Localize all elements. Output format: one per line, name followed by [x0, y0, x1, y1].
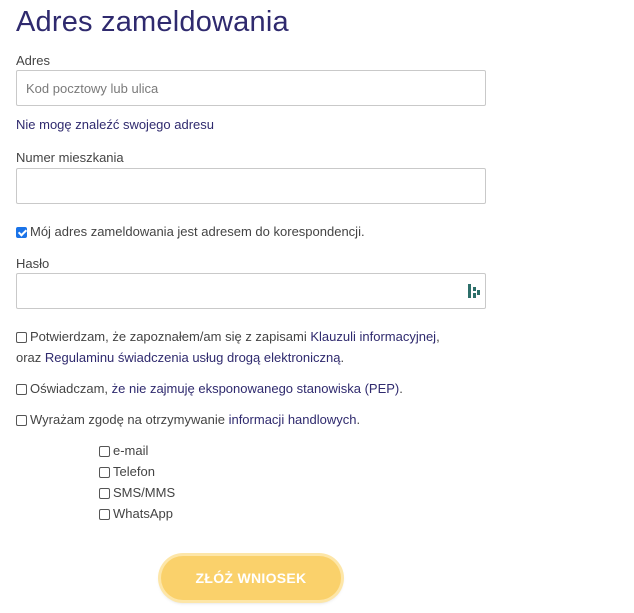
channel-sms-label: SMS/MMS	[113, 485, 176, 500]
channel-whatsapp-label: WhatsApp	[113, 506, 173, 521]
channel-sms-option[interactable]: SMS/MMS	[99, 482, 175, 503]
address-input[interactable]	[16, 70, 486, 106]
consent-info-text-2: oraz	[16, 350, 45, 365]
apartment-number-input[interactable]	[16, 168, 486, 204]
pep-statement-text: Oświadczam,	[30, 381, 112, 396]
page-title: Adres zameldowania	[16, 6, 289, 38]
channel-whatsapp-option[interactable]: WhatsApp	[99, 503, 175, 524]
channel-email-label: e-mail	[113, 443, 149, 458]
marketing-consent-checkbox[interactable]	[16, 415, 27, 426]
cant-find-address-link[interactable]: Nie mogę znaleźć swojego adresu	[16, 117, 214, 132]
correspondence-checkbox-row[interactable]: Mój adres zameldowania jest adresem do k…	[16, 221, 365, 243]
channel-sms-checkbox[interactable]	[99, 488, 110, 499]
consent-info-row-2: oraz Regulaminu świadczenia usług drogą …	[16, 347, 344, 369]
marketing-consent-text: Wyrażam zgodę na otrzymywanie	[30, 412, 229, 427]
terms-of-service-link[interactable]: Regulaminu świadczenia usług drogą elekt…	[45, 350, 341, 365]
consent-info-comma: ,	[436, 329, 440, 344]
password-manager-icon[interactable]	[468, 284, 480, 298]
channel-phone-label: Telefon	[113, 464, 155, 479]
password-label: Hasło	[16, 256, 50, 271]
password-input[interactable]	[16, 273, 486, 309]
correspondence-checkbox[interactable]	[16, 227, 27, 238]
channel-phone-checkbox[interactable]	[99, 467, 110, 478]
channel-email-option[interactable]: e-mail	[99, 440, 175, 461]
consent-info-checkbox[interactable]	[16, 332, 27, 343]
pep-statement-period: .	[399, 381, 403, 396]
pep-statement-checkbox[interactable]	[16, 384, 27, 395]
channel-whatsapp-checkbox[interactable]	[99, 509, 110, 520]
marketing-consent-row[interactable]: Wyrażam zgodę na otrzymywanie informacji…	[16, 409, 360, 431]
marketing-channels: e-mail Telefon SMS/MMS WhatsApp	[99, 440, 175, 524]
marketing-info-link[interactable]: informacji handlowych	[229, 412, 357, 427]
consent-info-text: Potwierdzam, że zapoznałem/am się z zapi…	[30, 329, 311, 344]
consent-info-row[interactable]: Potwierdzam, że zapoznałem/am się z zapi…	[16, 326, 440, 348]
pep-statement-row[interactable]: Oświadczam, że nie zajmuję eksponowanego…	[16, 378, 403, 400]
password-field-wrapper	[16, 273, 486, 309]
channel-phone-option[interactable]: Telefon	[99, 461, 175, 482]
address-label: Adres	[16, 53, 50, 68]
pep-statement-link[interactable]: że nie zajmuję eksponowanego stanowiska …	[112, 381, 400, 396]
apartment-number-label: Numer mieszkania	[16, 150, 124, 165]
correspondence-checkbox-label: Mój adres zameldowania jest adresem do k…	[30, 224, 365, 239]
marketing-consent-period: .	[356, 412, 361, 427]
consent-info-period: .	[340, 350, 345, 365]
submit-application-button[interactable]: ZŁÓŻ WNIOSEK	[161, 556, 341, 600]
information-clause-link[interactable]: Klauzuli informacyjnej	[310, 329, 436, 344]
channel-email-checkbox[interactable]	[99, 446, 110, 457]
